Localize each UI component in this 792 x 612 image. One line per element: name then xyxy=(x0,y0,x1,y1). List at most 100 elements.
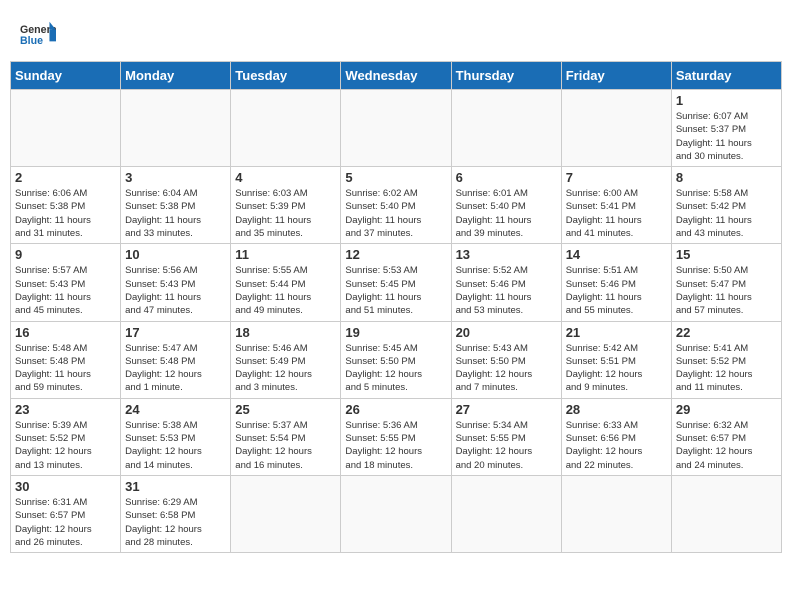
day-info: Sunrise: 5:37 AM Sunset: 5:54 PM Dayligh… xyxy=(235,419,336,472)
day-info: Sunrise: 6:31 AM Sunset: 6:57 PM Dayligh… xyxy=(15,496,116,549)
day-info: Sunrise: 5:38 AM Sunset: 5:53 PM Dayligh… xyxy=(125,419,226,472)
day-info: Sunrise: 5:42 AM Sunset: 5:51 PM Dayligh… xyxy=(566,342,667,395)
col-header-wednesday: Wednesday xyxy=(341,62,451,90)
day-number: 19 xyxy=(345,325,446,340)
day-info: Sunrise: 5:36 AM Sunset: 5:55 PM Dayligh… xyxy=(345,419,446,472)
day-number: 26 xyxy=(345,402,446,417)
calendar-cell: 6Sunrise: 6:01 AM Sunset: 5:40 PM Daylig… xyxy=(451,167,561,244)
day-number: 3 xyxy=(125,170,226,185)
calendar-cell: 30 Sunrise: 6:31 AM Sunset: 6:57 PM Dayli… xyxy=(11,475,121,552)
calendar-header-row: SundayMondayTuesdayWednesdayThursdayFrid… xyxy=(11,62,782,90)
calendar-cell xyxy=(671,475,781,552)
day-info: Sunrise: 6:01 AM Sunset: 5:40 PM Dayligh… xyxy=(456,187,557,240)
day-number: 25 xyxy=(235,402,336,417)
calendar-cell: 11 Sunrise: 5:55 AM Sunset: 5:44 PM Dayli… xyxy=(231,244,341,321)
header: General Blue xyxy=(10,10,782,53)
calendar-cell: 1 Sunrise: 6:07 AM Sunset: 5:37 PM Daylig… xyxy=(671,90,781,167)
day-number: 9 xyxy=(15,247,116,262)
calendar-week-row: 23 Sunrise: 5:39 AM Sunset: 5:52 PM Dayli… xyxy=(11,398,782,475)
day-info: Sunrise: 5:41 AM Sunset: 5:52 PM Dayligh… xyxy=(676,342,777,395)
day-number: 11 xyxy=(235,247,336,262)
day-info: Sunrise: 6:32 AM Sunset: 6:57 PM Dayligh… xyxy=(676,419,777,472)
day-number: 1 xyxy=(676,93,777,108)
day-info: Sunrise: 6:04 AM Sunset: 5:38 PM Dayligh… xyxy=(125,187,226,240)
calendar-cell: 9 Sunrise: 5:57 AM Sunset: 5:43 PM Daylig… xyxy=(11,244,121,321)
logo: General Blue xyxy=(20,20,56,48)
day-info: Sunrise: 5:58 AM Sunset: 5:42 PM Dayligh… xyxy=(676,187,777,240)
day-info: Sunrise: 5:50 AM Sunset: 5:47 PM Dayligh… xyxy=(676,264,777,317)
calendar-week-row: 1 Sunrise: 6:07 AM Sunset: 5:37 PM Daylig… xyxy=(11,90,782,167)
day-number: 23 xyxy=(15,402,116,417)
day-info: Sunrise: 5:47 AM Sunset: 5:48 PM Dayligh… xyxy=(125,342,226,395)
col-header-monday: Monday xyxy=(121,62,231,90)
col-header-tuesday: Tuesday xyxy=(231,62,341,90)
day-number: 21 xyxy=(566,325,667,340)
day-info: Sunrise: 5:45 AM Sunset: 5:50 PM Dayligh… xyxy=(345,342,446,395)
calendar-cell: 26 Sunrise: 5:36 AM Sunset: 5:55 PM Dayli… xyxy=(341,398,451,475)
calendar-cell xyxy=(231,475,341,552)
calendar-cell: 17Sunrise: 5:47 AM Sunset: 5:48 PM Dayli… xyxy=(121,321,231,398)
calendar-cell: 23 Sunrise: 5:39 AM Sunset: 5:52 PM Dayli… xyxy=(11,398,121,475)
day-info: Sunrise: 6:00 AM Sunset: 5:41 PM Dayligh… xyxy=(566,187,667,240)
day-number: 7 xyxy=(566,170,667,185)
day-info: Sunrise: 5:43 AM Sunset: 5:50 PM Dayligh… xyxy=(456,342,557,395)
calendar-cell: 19 Sunrise: 5:45 AM Sunset: 5:50 PM Dayli… xyxy=(341,321,451,398)
day-number: 2 xyxy=(15,170,116,185)
calendar-cell: 29 Sunrise: 6:32 AM Sunset: 6:57 PM Dayli… xyxy=(671,398,781,475)
calendar-cell: 7 Sunrise: 6:00 AM Sunset: 5:41 PM Daylig… xyxy=(561,167,671,244)
day-info: Sunrise: 5:57 AM Sunset: 5:43 PM Dayligh… xyxy=(15,264,116,317)
day-info: Sunrise: 5:48 AM Sunset: 5:48 PM Dayligh… xyxy=(15,342,116,395)
day-number: 28 xyxy=(566,402,667,417)
calendar-cell xyxy=(451,90,561,167)
day-number: 16 xyxy=(15,325,116,340)
day-number: 8 xyxy=(676,170,777,185)
col-header-friday: Friday xyxy=(561,62,671,90)
calendar-cell: 12Sunrise: 5:53 AM Sunset: 5:45 PM Dayli… xyxy=(341,244,451,321)
calendar-cell: 22 Sunrise: 5:41 AM Sunset: 5:52 PM Dayli… xyxy=(671,321,781,398)
calendar-cell: 21 Sunrise: 5:42 AM Sunset: 5:51 PM Dayli… xyxy=(561,321,671,398)
day-number: 27 xyxy=(456,402,557,417)
calendar-cell xyxy=(121,90,231,167)
calendar-cell: 18 Sunrise: 5:46 AM Sunset: 5:49 PM Dayli… xyxy=(231,321,341,398)
day-number: 5 xyxy=(345,170,446,185)
calendar-cell: 3 Sunrise: 6:04 AM Sunset: 5:38 PM Daylig… xyxy=(121,167,231,244)
col-header-saturday: Saturday xyxy=(671,62,781,90)
calendar-cell: 20Sunrise: 5:43 AM Sunset: 5:50 PM Dayli… xyxy=(451,321,561,398)
day-number: 4 xyxy=(235,170,336,185)
day-number: 24 xyxy=(125,402,226,417)
day-info: Sunrise: 6:02 AM Sunset: 5:40 PM Dayligh… xyxy=(345,187,446,240)
day-number: 29 xyxy=(676,402,777,417)
day-info: Sunrise: 6:07 AM Sunset: 5:37 PM Dayligh… xyxy=(676,110,777,163)
calendar-week-row: 2Sunrise: 6:06 AM Sunset: 5:38 PM Daylig… xyxy=(11,167,782,244)
svg-text:Blue: Blue xyxy=(20,35,43,47)
calendar-table: SundayMondayTuesdayWednesdayThursdayFrid… xyxy=(10,61,782,553)
day-info: Sunrise: 5:39 AM Sunset: 5:52 PM Dayligh… xyxy=(15,419,116,472)
day-number: 22 xyxy=(676,325,777,340)
day-info: Sunrise: 6:33 AM Sunset: 6:56 PM Dayligh… xyxy=(566,419,667,472)
calendar-cell: 24 Sunrise: 5:38 AM Sunset: 5:53 PM Dayli… xyxy=(121,398,231,475)
calendar-week-row: 9 Sunrise: 5:57 AM Sunset: 5:43 PM Daylig… xyxy=(11,244,782,321)
day-info: Sunrise: 5:34 AM Sunset: 5:55 PM Dayligh… xyxy=(456,419,557,472)
calendar-cell xyxy=(451,475,561,552)
calendar-cell: 14 Sunrise: 5:51 AM Sunset: 5:46 PM Dayli… xyxy=(561,244,671,321)
day-number: 18 xyxy=(235,325,336,340)
day-number: 30 xyxy=(15,479,116,494)
calendar-week-row: 16 Sunrise: 5:48 AM Sunset: 5:48 PM Dayli… xyxy=(11,321,782,398)
calendar-cell: 10Sunrise: 5:56 AM Sunset: 5:43 PM Dayli… xyxy=(121,244,231,321)
day-info: Sunrise: 5:51 AM Sunset: 5:46 PM Dayligh… xyxy=(566,264,667,317)
day-info: Sunrise: 6:29 AM Sunset: 6:58 PM Dayligh… xyxy=(125,496,226,549)
day-info: Sunrise: 5:46 AM Sunset: 5:49 PM Dayligh… xyxy=(235,342,336,395)
col-header-thursday: Thursday xyxy=(451,62,561,90)
calendar-cell xyxy=(341,90,451,167)
day-info: Sunrise: 5:52 AM Sunset: 5:46 PM Dayligh… xyxy=(456,264,557,317)
calendar-cell xyxy=(11,90,121,167)
calendar-cell: 4Sunrise: 6:03 AM Sunset: 5:39 PM Daylig… xyxy=(231,167,341,244)
day-info: Sunrise: 5:55 AM Sunset: 5:44 PM Dayligh… xyxy=(235,264,336,317)
calendar-cell: 28 Sunrise: 6:33 AM Sunset: 6:56 PM Dayli… xyxy=(561,398,671,475)
calendar-week-row: 30 Sunrise: 6:31 AM Sunset: 6:57 PM Dayli… xyxy=(11,475,782,552)
day-info: Sunrise: 5:56 AM Sunset: 5:43 PM Dayligh… xyxy=(125,264,226,317)
calendar-cell: 8 Sunrise: 5:58 AM Sunset: 5:42 PM Daylig… xyxy=(671,167,781,244)
day-number: 12 xyxy=(345,247,446,262)
calendar-cell: 25 Sunrise: 5:37 AM Sunset: 5:54 PM Dayli… xyxy=(231,398,341,475)
day-number: 14 xyxy=(566,247,667,262)
